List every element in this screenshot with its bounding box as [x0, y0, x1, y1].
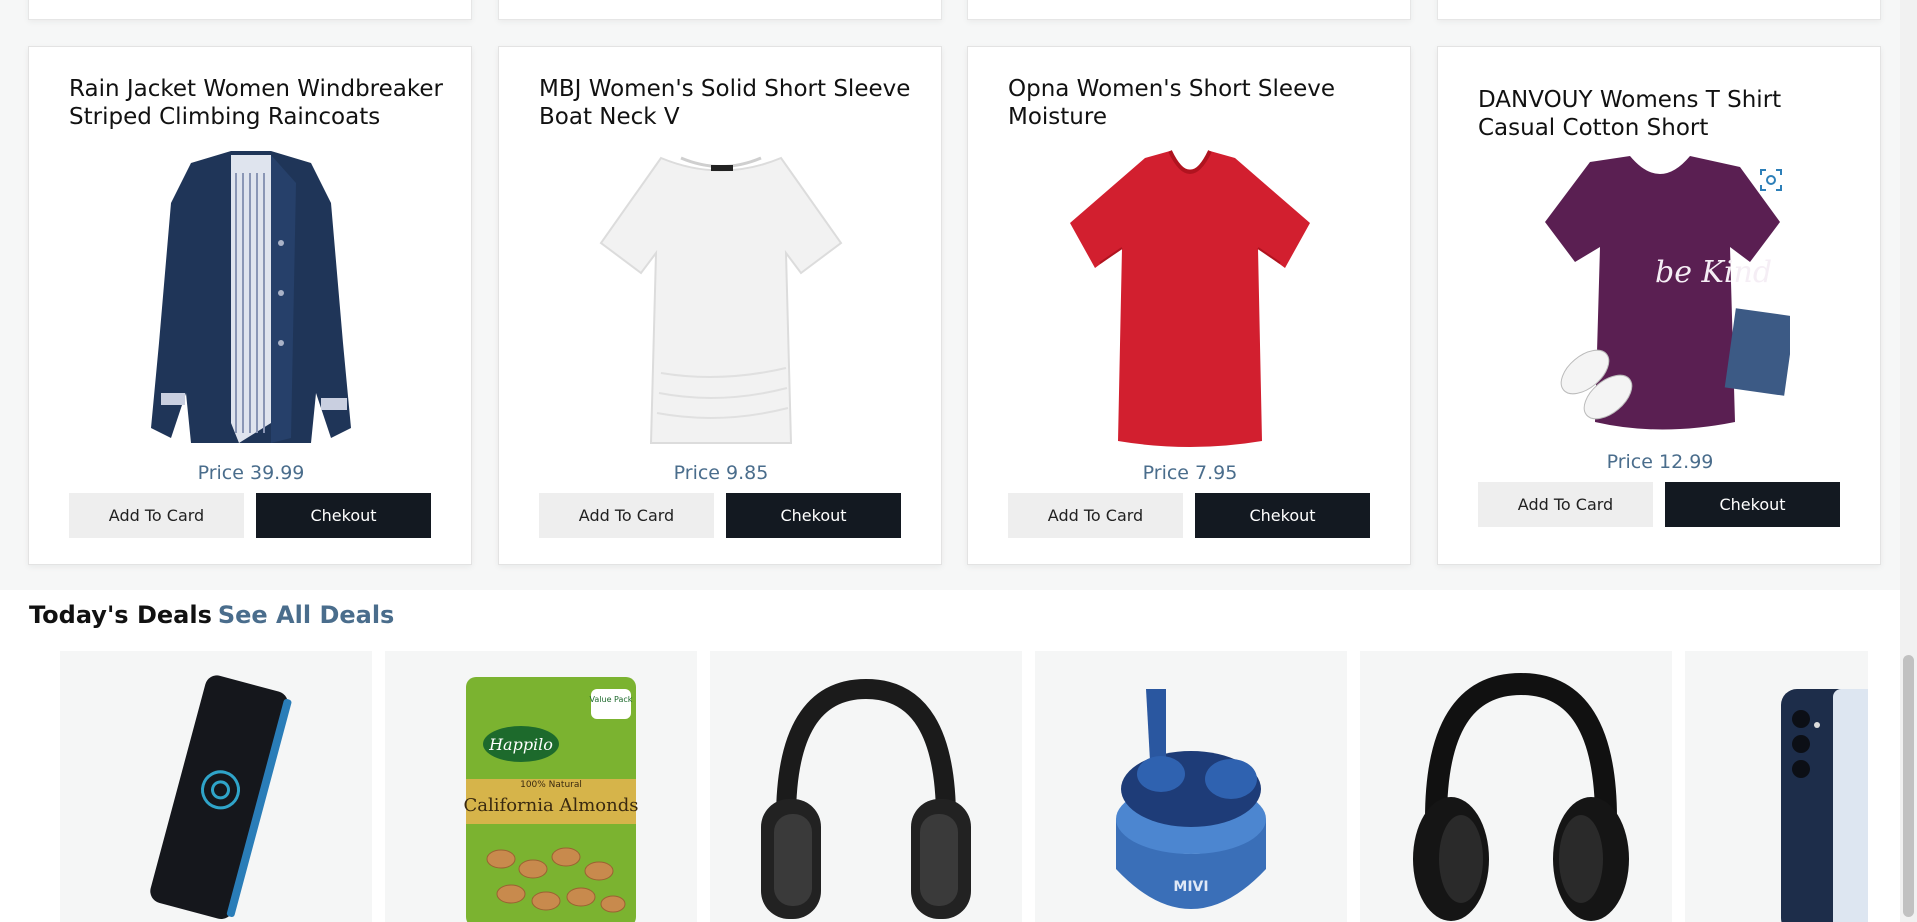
product-title: Opna Women's Short Sleeve Moisture — [1008, 76, 1335, 130]
checkout-button[interactable]: Chekout — [1195, 493, 1370, 538]
product-card[interactable]: MBJ Women's Solid Short Sleeve Boat Neck… — [498, 46, 942, 565]
scrollbar-thumb[interactable] — [1903, 655, 1914, 917]
svg-text:100% Natural: 100% Natural — [520, 780, 582, 790]
add-to-card-button[interactable]: Add To Card — [539, 493, 714, 538]
product-card-prev-1 — [28, 0, 472, 20]
see-all-deals-link[interactable]: See All Deals — [218, 601, 394, 629]
svg-text:Value Pack: Value Pack — [590, 695, 633, 704]
product-price: Price 9.85 — [673, 462, 769, 484]
product-price: Price 7.95 — [1142, 462, 1238, 484]
svg-text:MIVI: MIVI — [1173, 879, 1208, 895]
deals-heading: Today's Deals See All Deals — [29, 601, 394, 629]
product-card[interactable]: DANVOUY Womens T Shirt Casual Cotton Sho… — [1437, 46, 1881, 565]
navy-jacket-image[interactable] — [29, 143, 473, 453]
checkout-button[interactable]: Chekout — [726, 493, 901, 538]
red-tshirt-image[interactable] — [968, 143, 1412, 453]
shirt-print-text: be Kind — [1655, 255, 1772, 290]
previous-product-row — [0, 0, 1917, 22]
deal-item[interactable] — [710, 651, 1022, 922]
page: Rain Jacket Women Windbreaker Striped Cl… — [0, 0, 1917, 922]
white-top-image[interactable] — [499, 143, 943, 453]
deals-title: Today's Deals — [29, 601, 212, 629]
product-title: Rain Jacket Women Windbreaker Striped Cl… — [69, 76, 443, 130]
deal-item[interactable] — [1360, 651, 1672, 922]
power-bank-image — [150, 675, 292, 920]
add-to-card-button[interactable]: Add To Card — [69, 493, 244, 538]
product-price: Price 39.99 — [197, 462, 305, 484]
product-card-prev-2 — [498, 0, 942, 20]
product-price: Price 12.99 — [1606, 451, 1714, 473]
svg-text:Happilo: Happilo — [488, 735, 553, 754]
checkout-button[interactable]: Chekout — [256, 493, 431, 538]
product-card-prev-3 — [967, 0, 1411, 20]
black-headphones-2-image — [1413, 672, 1629, 921]
deal-item[interactable]: MIVI — [1035, 651, 1347, 922]
black-headphones-image — [761, 678, 971, 919]
svg-text:California Almonds: California Almonds — [464, 795, 639, 816]
checkout-button[interactable]: Chekout — [1665, 482, 1840, 527]
visual-search-icon[interactable] — [1758, 167, 1784, 193]
purple-tshirt-image[interactable]: be Kind — [1438, 152, 1882, 442]
deal-item[interactable] — [60, 651, 372, 922]
almonds-pack-image: Happilo 100% Natural California Almonds … — [464, 677, 639, 922]
add-to-card-button[interactable]: Add To Card — [1478, 482, 1653, 527]
deal-item[interactable]: Happilo 100% Natural California Almonds … — [385, 651, 697, 922]
product-title: DANVOUY Womens T Shirt Casual Cotton Sho… — [1478, 87, 1782, 141]
smartphone-image — [1781, 689, 1868, 922]
product-card-prev-4 — [1437, 0, 1881, 20]
product-title: MBJ Women's Solid Short Sleeve Boat Neck… — [539, 76, 911, 130]
product-card[interactable]: Rain Jacket Women Windbreaker Striped Cl… — [28, 46, 472, 565]
add-to-card-button[interactable]: Add To Card — [1008, 493, 1183, 538]
blue-earbuds-image: MIVI — [1116, 689, 1266, 909]
deals-carousel[interactable]: Happilo 100% Natural California Almonds … — [60, 651, 1868, 922]
deal-item[interactable] — [1685, 651, 1868, 922]
page-scrollbar[interactable] — [1900, 0, 1917, 922]
product-card[interactable]: Opna Women's Short Sleeve Moisture Price… — [967, 46, 1411, 565]
